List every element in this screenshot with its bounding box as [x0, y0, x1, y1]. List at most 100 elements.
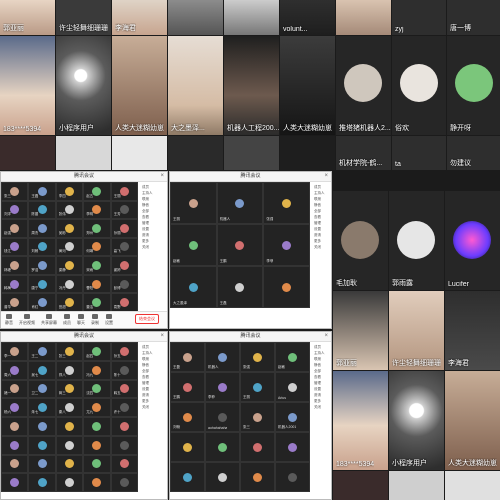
toolbar-button[interactable]: 静音: [5, 314, 13, 326]
participant-cell[interactable]: 王芳: [110, 200, 138, 220]
participant-tile[interactable]: [168, 0, 223, 35]
participant-cell[interactable]: Arius: [275, 372, 310, 402]
end-meeting-button[interactable]: 结束会议: [135, 314, 159, 324]
participant-cell[interactable]: [110, 473, 138, 492]
participant-cell[interactable]: [55, 473, 84, 492]
participant-cell[interactable]: 王二: [28, 342, 56, 361]
participant-tile[interactable]: 许尘轻舞细珊珊: [56, 0, 111, 35]
participant-cell[interactable]: 冯九: [83, 360, 111, 380]
participant-cell[interactable]: 吴彬: [55, 219, 84, 238]
participant-cell[interactable]: 许十: [110, 398, 138, 417]
participant-cell[interactable]: [28, 473, 56, 492]
participant-tile[interactable]: 小程序用户: [389, 371, 444, 470]
participant-cell[interactable]: 宋雨: [83, 256, 111, 275]
participant-cell[interactable]: 肖红: [28, 293, 56, 312]
close-icon[interactable]: ×: [160, 173, 164, 180]
participant-cell[interactable]: 梁静: [55, 256, 84, 275]
participant-tile[interactable]: [168, 136, 223, 170]
participant-cell[interactable]: [110, 454, 138, 474]
toolbar-button[interactable]: 设置: [105, 314, 113, 326]
participant-cell[interactable]: [263, 266, 310, 308]
participant-cell[interactable]: [275, 432, 310, 462]
close-icon[interactable]: ×: [324, 333, 328, 340]
participant-cell[interactable]: 孙五: [110, 342, 138, 361]
participant-tile[interactable]: 俗欢: [392, 36, 446, 135]
participant-cell[interactable]: 李明: [83, 200, 111, 220]
participant-tile[interactable]: 毛加耿: [333, 191, 388, 290]
participant-cell[interactable]: 王丽: [240, 372, 275, 402]
participant-cell[interactable]: 何琳: [83, 237, 111, 257]
participant-cell[interactable]: 曾华: [1, 293, 29, 312]
participant-cell[interactable]: [240, 432, 275, 462]
participant-tile[interactable]: [389, 471, 444, 500]
participant-tile[interactable]: 大之墨泽...: [168, 36, 223, 135]
participant-cell[interactable]: [1, 473, 29, 492]
participant-tile[interactable]: 静开呀: [447, 36, 500, 135]
participant-cell[interactable]: 李一: [1, 342, 29, 361]
member-list-item[interactable]: 关闭: [142, 244, 153, 250]
participant-cell[interactable]: 曹阳: [83, 274, 111, 294]
participant-tile[interactable]: 183****5394: [333, 371, 388, 470]
participant-cell[interactable]: 刘洋: [1, 200, 29, 220]
participant-cell[interactable]: 沈四: [83, 379, 111, 399]
participant-cell[interactable]: 罗浩: [28, 256, 56, 275]
participant-tile[interactable]: volunt...: [280, 0, 335, 35]
participant-cell[interactable]: 陈晨: [28, 200, 56, 220]
participant-cell[interactable]: 陈十: [110, 360, 138, 380]
participant-cell[interactable]: 孙丽: [110, 219, 138, 238]
participant-cell[interactable]: 王丽: [170, 182, 217, 224]
participant-cell[interactable]: [83, 417, 111, 436]
toolbar-button[interactable]: 聊天: [77, 314, 85, 326]
participant-cell[interactable]: 张强: [240, 342, 275, 372]
participant-cell[interactable]: 蒋三: [55, 379, 84, 399]
participant-tile[interactable]: 183****5394: [0, 36, 55, 135]
participant-tile[interactable]: 机材学院-鹤...: [336, 136, 391, 170]
participant-cell[interactable]: 韩梅: [1, 274, 29, 294]
participant-tile[interactable]: 推塔猪机器人2...: [336, 36, 391, 135]
participant-cell[interactable]: 王丽: [110, 182, 138, 201]
participant-cell[interactable]: 林峰: [1, 256, 29, 275]
participant-cell[interactable]: [83, 473, 111, 492]
close-icon[interactable]: ×: [160, 333, 164, 340]
participant-tile[interactable]: 许尘轻舞细珊珊: [389, 291, 444, 370]
toolbar-button[interactable]: 成员: [63, 314, 71, 326]
participant-tile[interactable]: [56, 136, 111, 170]
participant-cell[interactable]: [28, 454, 56, 474]
participant-cell[interactable]: [170, 432, 205, 462]
participant-cell[interactable]: [205, 432, 240, 462]
participant-tile[interactable]: [336, 0, 391, 35]
participant-cell[interactable]: 机器人: [205, 342, 240, 372]
participant-tile[interactable]: 郭雨露: [389, 191, 444, 290]
participant-cell[interactable]: 刘畅: [28, 237, 56, 257]
participant-tile[interactable]: [445, 471, 500, 500]
member-list-item[interactable]: 关闭: [142, 404, 153, 410]
participant-cell[interactable]: [205, 462, 240, 492]
participant-cell[interactable]: [275, 462, 310, 492]
participant-cell[interactable]: aohahahaha: [205, 402, 240, 432]
participant-cell[interactable]: 谢婷: [110, 256, 138, 275]
participant-cell[interactable]: 王磊: [28, 182, 56, 201]
participant-cell[interactable]: [1, 417, 29, 436]
participant-tile[interactable]: [280, 136, 335, 170]
participant-cell[interactable]: [1, 435, 29, 455]
participant-tile[interactable]: [224, 136, 279, 170]
member-list-item[interactable]: 关闭: [314, 244, 325, 250]
participant-cell[interactable]: 董洁: [83, 293, 111, 312]
participant-cell[interactable]: 杨六: [1, 398, 29, 417]
participant-tile[interactable]: 郭亚丽: [333, 291, 388, 370]
participant-cell[interactable]: [28, 417, 56, 436]
participant-cell[interactable]: 钱江: [1, 237, 29, 257]
participant-cell[interactable]: 尤九: [83, 398, 111, 417]
participant-cell[interactable]: 韩五: [110, 379, 138, 399]
participant-cell[interactable]: 赵五: [83, 182, 111, 201]
participant-tile[interactable]: Lucifer: [445, 191, 500, 290]
participant-cell[interactable]: 秦八: [55, 398, 84, 417]
participant-cell[interactable]: [110, 417, 138, 436]
participant-cell[interactable]: 吴七: [28, 360, 56, 380]
participant-cell[interactable]: 机器人: [216, 182, 264, 224]
participant-cell[interactable]: 彭博: [110, 274, 138, 294]
participant-tile[interactable]: [333, 471, 388, 500]
participant-tile[interactable]: 李海君: [112, 0, 167, 35]
participant-cell[interactable]: 王磊: [170, 342, 205, 372]
participant-cell[interactable]: 机器人2001: [275, 402, 310, 432]
